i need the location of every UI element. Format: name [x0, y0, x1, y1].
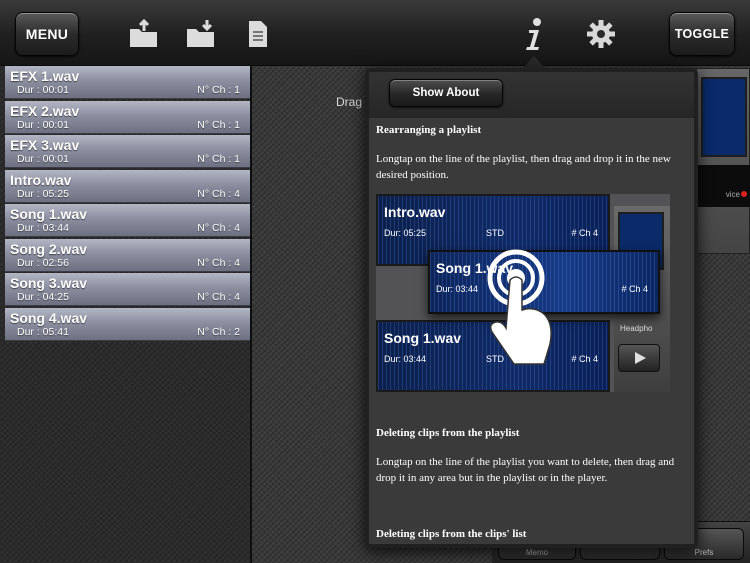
menu-button[interactable]: MENU [15, 12, 79, 56]
folder-export-icon[interactable] [128, 18, 160, 50]
clip-name: Song 3.wav [10, 275, 88, 291]
clip-duration: Dur : 00:01 [17, 118, 69, 131]
playlist-item[interactable]: Song 3.wav Dur : 04:25 N° Ch : 4 [5, 273, 250, 306]
playlist-item[interactable]: EFX 3.wav Dur : 00:01 N° Ch : 1 [5, 135, 250, 168]
playlist-item[interactable]: Song 1.wav Dur : 03:44 N° Ch : 4 [5, 204, 250, 237]
illustration-clip-duration: Dur: 05:25 [384, 228, 427, 238]
clip-name: Song 4.wav [10, 309, 88, 326]
playlist-item[interactable]: Intro.wav Dur : 05:25 N° Ch : 4 [5, 169, 250, 203]
illustration-clip-channel: # Ch 4 [621, 284, 648, 294]
clip-duration: Dur : 00:01 [17, 84, 69, 96]
illustration-clip-name: Song 1.wav [384, 330, 462, 346]
gear-icon[interactable] [585, 18, 617, 50]
player-side-panel [696, 68, 750, 254]
section-text: Longtap on the line of the playlist you … [376, 456, 675, 484]
show-about-button[interactable]: Show About [389, 79, 503, 107]
illustration-clip-channel: # Ch 4 [571, 354, 598, 364]
clip-duration: Dur : 02:56 [17, 256, 69, 269]
clip-name: EFX 2.wav [10, 102, 80, 119]
section-title: Rearranging a playlist [376, 124, 482, 136]
section-title: Deleting clips from the playlist [376, 427, 520, 439]
section-text: Longtap on the line of the playlist, the… [376, 153, 671, 181]
top-toolbar: MENU TOGGLE [0, 0, 750, 66]
clip-channel: N° Ch : 1 [197, 153, 240, 165]
playlist-item[interactable]: EFX 2.wav Dur : 00:01 N° Ch : 1 [5, 100, 250, 134]
illustration-clip-name: Intro.wav [384, 204, 446, 220]
clip-channel: N° Ch : 4 [197, 222, 240, 234]
document-icon[interactable] [242, 18, 274, 50]
clip-duration: Dur : 05:25 [17, 187, 69, 200]
toggle-button[interactable]: TOGGLE [669, 12, 735, 56]
clip-duration: Dur : 00:01 [17, 153, 69, 165]
popover-header: Show About [369, 72, 694, 118]
clip-channel: N° Ch : 4 [197, 187, 240, 200]
illustration-clip-duration: Dur: 03:44 [384, 354, 427, 364]
device-label: vice [725, 190, 740, 199]
clip-duration: Dur : 05:41 [17, 325, 69, 338]
section-title: Deleting clips from the clips' list [376, 528, 527, 540]
clip-channel: N° Ch : 1 [197, 84, 240, 96]
clip-name: EFX 3.wav [10, 137, 80, 153]
device-box [697, 165, 750, 207]
info-icon[interactable] [518, 18, 550, 50]
playlist-item[interactable]: Song 4.wav Dur : 05:41 N° Ch : 2 [5, 307, 250, 341]
play-icon [635, 352, 646, 364]
clip-duration: Dur : 04:25 [17, 291, 69, 303]
clip-duration: Dur : 03:44 [17, 222, 69, 234]
playlist-item[interactable]: EFX 1.wav Dur : 00:01 N° Ch : 1 [5, 66, 250, 99]
clip-channel: N° Ch : 4 [197, 256, 240, 269]
illustration-clip-duration: Dur: 03:44 [436, 284, 479, 294]
playlist-item[interactable]: Song 2.wav Dur : 02:56 N° Ch : 4 [5, 238, 250, 272]
clip-channel: N° Ch : 1 [197, 118, 240, 131]
device-led-icon [741, 191, 747, 197]
illustration-clip-std: STD [486, 228, 504, 238]
headphone-label: Headpho [620, 324, 653, 333]
illustration-clip-channel: # Ch 4 [571, 228, 598, 238]
player-screen [701, 77, 747, 157]
clip-channel: N° Ch : 2 [197, 325, 240, 338]
playlist-panel: EFX 1.wav Dur : 00:01 N° Ch : 1 EFX 2.wa… [0, 66, 252, 563]
info-popover: Show About Rearranging a playlist Longta… [365, 68, 698, 548]
illustration-image: Headpho Intro.wav Dur: 05:25 STD # Ch 4 … [376, 194, 670, 392]
clip-name: Song 2.wav [10, 240, 88, 257]
clip-name: Song 1.wav [10, 206, 88, 222]
clip-name: EFX 1.wav [10, 68, 80, 84]
clip-name: Intro.wav [10, 171, 72, 188]
drag-hint: Drag [336, 95, 363, 109]
help-content[interactable]: Rearranging a playlist Longtap on the li… [369, 118, 694, 544]
folder-import-icon[interactable] [185, 18, 217, 50]
clip-channel: N° Ch : 4 [197, 291, 240, 303]
hand-tap-icon [487, 249, 552, 365]
